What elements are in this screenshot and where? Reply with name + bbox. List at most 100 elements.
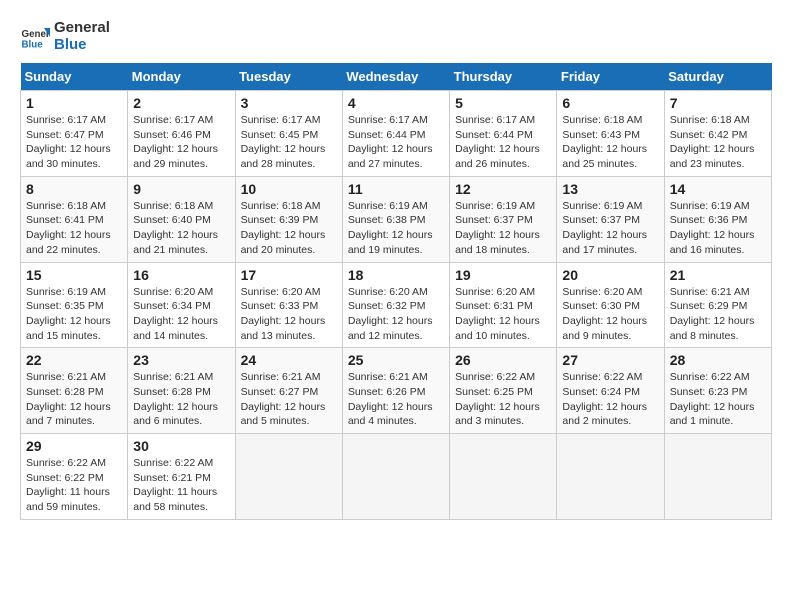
calendar-cell: 3 Sunrise: 6:17 AM Sunset: 6:45 PM Daylig…	[235, 91, 342, 177]
calendar-cell	[235, 434, 342, 520]
day-number: 20	[562, 267, 658, 283]
svg-text:Blue: Blue	[22, 39, 44, 50]
day-info: Sunrise: 6:22 AM Sunset: 6:25 PM Dayligh…	[455, 370, 551, 429]
day-number: 2	[133, 95, 229, 111]
day-info: Sunrise: 6:18 AM Sunset: 6:42 PM Dayligh…	[670, 113, 766, 172]
week-row-4: 22 Sunrise: 6:21 AM Sunset: 6:28 PM Dayli…	[21, 348, 772, 434]
header-friday: Friday	[557, 63, 664, 91]
day-number: 11	[348, 181, 444, 197]
logo-blue: Blue	[54, 37, 110, 54]
day-info: Sunrise: 6:17 AM Sunset: 6:46 PM Dayligh…	[133, 113, 229, 172]
calendar-table: SundayMondayTuesdayWednesdayThursdayFrid…	[20, 63, 772, 520]
day-info: Sunrise: 6:19 AM Sunset: 6:38 PM Dayligh…	[348, 199, 444, 258]
header-wednesday: Wednesday	[342, 63, 449, 91]
day-info: Sunrise: 6:20 AM Sunset: 6:34 PM Dayligh…	[133, 285, 229, 344]
day-number: 7	[670, 95, 766, 111]
calendar-cell: 15 Sunrise: 6:19 AM Sunset: 6:35 PM Dayli…	[21, 262, 128, 348]
header-monday: Monday	[128, 63, 235, 91]
day-number: 23	[133, 352, 229, 368]
day-info: Sunrise: 6:20 AM Sunset: 6:31 PM Dayligh…	[455, 285, 551, 344]
logo-icon: General Blue	[20, 22, 50, 52]
svg-text:General: General	[22, 29, 51, 40]
day-number: 25	[348, 352, 444, 368]
day-info: Sunrise: 6:18 AM Sunset: 6:39 PM Dayligh…	[241, 199, 337, 258]
calendar-cell: 30Sunrise: 6:22 AM Sunset: 6:21 PM Dayli…	[128, 434, 235, 520]
calendar-cell: 26 Sunrise: 6:22 AM Sunset: 6:25 PM Dayli…	[450, 348, 557, 434]
day-info: Sunrise: 6:20 AM Sunset: 6:33 PM Dayligh…	[241, 285, 337, 344]
day-number: 14	[670, 181, 766, 197]
calendar-cell: 11 Sunrise: 6:19 AM Sunset: 6:38 PM Dayli…	[342, 176, 449, 262]
day-number: 10	[241, 181, 337, 197]
day-info: Sunrise: 6:17 AM Sunset: 6:45 PM Dayligh…	[241, 113, 337, 172]
day-info: Sunrise: 6:22 AM Sunset: 6:21 PM Dayligh…	[133, 456, 229, 515]
day-info: Sunrise: 6:20 AM Sunset: 6:30 PM Dayligh…	[562, 285, 658, 344]
calendar-cell: 9 Sunrise: 6:18 AM Sunset: 6:40 PM Daylig…	[128, 176, 235, 262]
day-number: 1	[26, 95, 122, 111]
day-number: 27	[562, 352, 658, 368]
calendar-cell: 10 Sunrise: 6:18 AM Sunset: 6:39 PM Dayli…	[235, 176, 342, 262]
calendar-cell: 23 Sunrise: 6:21 AM Sunset: 6:28 PM Dayli…	[128, 348, 235, 434]
calendar-cell: 18 Sunrise: 6:20 AM Sunset: 6:32 PM Dayli…	[342, 262, 449, 348]
calendar-cell: 14 Sunrise: 6:19 AM Sunset: 6:36 PM Dayli…	[664, 176, 771, 262]
calendar-cell: 22Sunrise: 6:21 AM Sunset: 6:28 PM Dayli…	[21, 348, 128, 434]
day-info: Sunrise: 6:17 AM Sunset: 6:47 PM Dayligh…	[26, 113, 122, 172]
day-number: 15	[26, 267, 122, 283]
calendar-cell: 16Sunrise: 6:20 AM Sunset: 6:34 PM Dayli…	[128, 262, 235, 348]
day-info: Sunrise: 6:18 AM Sunset: 6:41 PM Dayligh…	[26, 199, 122, 258]
logo: General Blue General Blue	[20, 20, 110, 53]
calendar-cell: 12Sunrise: 6:19 AM Sunset: 6:37 PM Dayli…	[450, 176, 557, 262]
day-info: Sunrise: 6:21 AM Sunset: 6:27 PM Dayligh…	[241, 370, 337, 429]
week-row-2: 8Sunrise: 6:18 AM Sunset: 6:41 PM Daylig…	[21, 176, 772, 262]
calendar-cell: 17 Sunrise: 6:20 AM Sunset: 6:33 PM Dayli…	[235, 262, 342, 348]
day-number: 24	[241, 352, 337, 368]
day-number: 13	[562, 181, 658, 197]
calendar-cell: 8Sunrise: 6:18 AM Sunset: 6:41 PM Daylig…	[21, 176, 128, 262]
calendar-cell: 29 Sunrise: 6:22 AM Sunset: 6:22 PM Dayli…	[21, 434, 128, 520]
calendar-cell: 21 Sunrise: 6:21 AM Sunset: 6:29 PM Dayli…	[664, 262, 771, 348]
day-info: Sunrise: 6:22 AM Sunset: 6:23 PM Dayligh…	[670, 370, 766, 429]
calendar-cell: 28Sunrise: 6:22 AM Sunset: 6:23 PM Dayli…	[664, 348, 771, 434]
day-info: Sunrise: 6:21 AM Sunset: 6:29 PM Dayligh…	[670, 285, 766, 344]
calendar-cell: 19 Sunrise: 6:20 AM Sunset: 6:31 PM Dayli…	[450, 262, 557, 348]
day-number: 18	[348, 267, 444, 283]
day-number: 17	[241, 267, 337, 283]
day-number: 21	[670, 267, 766, 283]
day-number: 6	[562, 95, 658, 111]
day-number: 26	[455, 352, 551, 368]
calendar-cell: 24 Sunrise: 6:21 AM Sunset: 6:27 PM Dayli…	[235, 348, 342, 434]
day-number: 22	[26, 352, 122, 368]
day-number: 29	[26, 438, 122, 454]
day-info: Sunrise: 6:17 AM Sunset: 6:44 PM Dayligh…	[348, 113, 444, 172]
day-info: Sunrise: 6:19 AM Sunset: 6:36 PM Dayligh…	[670, 199, 766, 258]
calendar-cell: 6 Sunrise: 6:18 AM Sunset: 6:43 PM Daylig…	[557, 91, 664, 177]
calendar-cell	[450, 434, 557, 520]
day-info: Sunrise: 6:21 AM Sunset: 6:28 PM Dayligh…	[133, 370, 229, 429]
day-number: 19	[455, 267, 551, 283]
day-number: 12	[455, 181, 551, 197]
header-thursday: Thursday	[450, 63, 557, 91]
header-sunday: Sunday	[21, 63, 128, 91]
calendar-cell	[557, 434, 664, 520]
calendar-cell: 2 Sunrise: 6:17 AM Sunset: 6:46 PM Daylig…	[128, 91, 235, 177]
week-row-5: 29 Sunrise: 6:22 AM Sunset: 6:22 PM Dayli…	[21, 434, 772, 520]
calendar-cell: 25Sunrise: 6:21 AM Sunset: 6:26 PM Dayli…	[342, 348, 449, 434]
day-info: Sunrise: 6:19 AM Sunset: 6:35 PM Dayligh…	[26, 285, 122, 344]
week-row-1: 1 Sunrise: 6:17 AM Sunset: 6:47 PM Daylig…	[21, 91, 772, 177]
day-info: Sunrise: 6:18 AM Sunset: 6:43 PM Dayligh…	[562, 113, 658, 172]
day-number: 3	[241, 95, 337, 111]
day-info: Sunrise: 6:22 AM Sunset: 6:24 PM Dayligh…	[562, 370, 658, 429]
calendar-cell: 4 Sunrise: 6:17 AM Sunset: 6:44 PM Daylig…	[342, 91, 449, 177]
day-number: 5	[455, 95, 551, 111]
header-tuesday: Tuesday	[235, 63, 342, 91]
day-info: Sunrise: 6:18 AM Sunset: 6:40 PM Dayligh…	[133, 199, 229, 258]
calendar-cell: 5Sunrise: 6:17 AM Sunset: 6:44 PM Daylig…	[450, 91, 557, 177]
calendar-cell	[342, 434, 449, 520]
calendar-header-row: SundayMondayTuesdayWednesdayThursdayFrid…	[21, 63, 772, 91]
day-number: 9	[133, 181, 229, 197]
day-info: Sunrise: 6:20 AM Sunset: 6:32 PM Dayligh…	[348, 285, 444, 344]
page-header: General Blue General Blue	[20, 20, 772, 53]
week-row-3: 15 Sunrise: 6:19 AM Sunset: 6:35 PM Dayli…	[21, 262, 772, 348]
day-info: Sunrise: 6:22 AM Sunset: 6:22 PM Dayligh…	[26, 456, 122, 515]
day-number: 4	[348, 95, 444, 111]
calendar-cell: 1 Sunrise: 6:17 AM Sunset: 6:47 PM Daylig…	[21, 91, 128, 177]
